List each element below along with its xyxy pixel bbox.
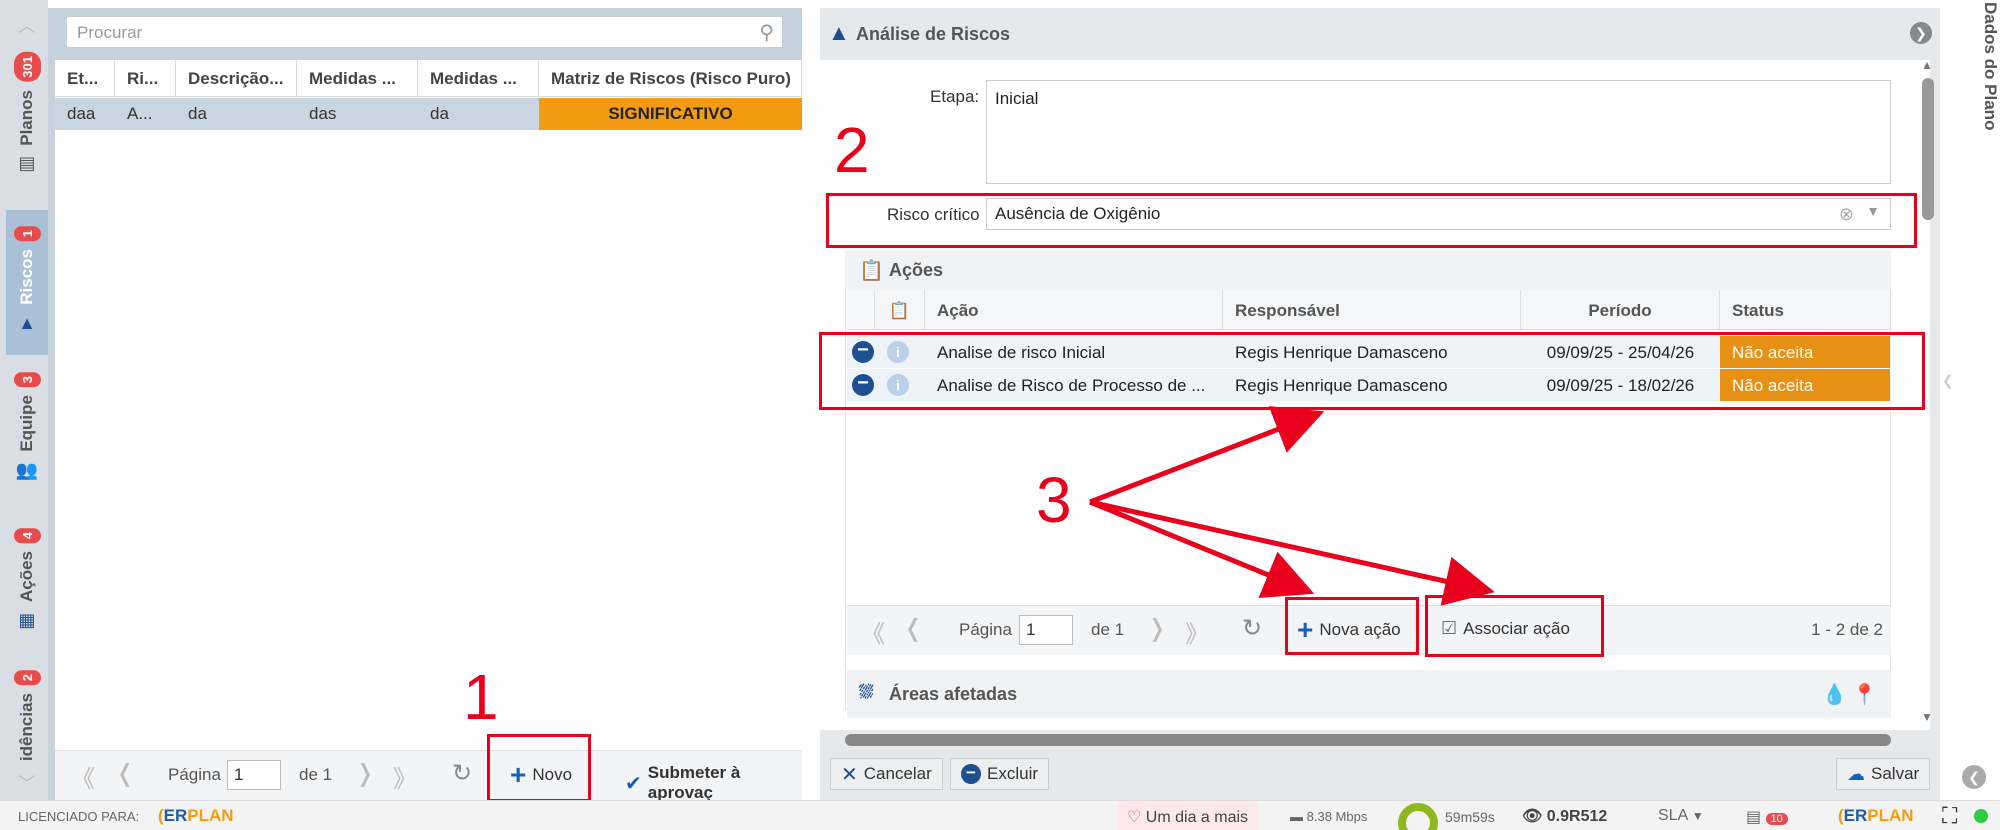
erplan-logo: (ERPLAN [158,806,234,825]
online-status-icon [1974,809,1988,823]
eye-icon: 👁 [1522,808,1543,825]
pulse-icon: ▬ [1290,809,1303,824]
chevron-down-icon: ▼ [1691,809,1704,823]
timer-ring-icon [1398,803,1438,830]
licenciado-label: LICENCIADO PARA: [18,809,140,824]
um-dia-a-mais-badge[interactable]: ♡ Um dia a mais [1117,801,1259,830]
arrow-to-nova-acao [1089,499,1315,598]
notif-badge: 10 [1765,813,1788,825]
erplan-logo: (ERPLAN [1838,806,1914,825]
version: 👁 0.9R512 [1522,808,1608,825]
sla-dropdown[interactable]: SLA ▼ [1658,807,1704,825]
notifications-icon[interactable]: ▤ 10 [1746,807,1788,827]
heart-icon: ♡ [1127,809,1142,826]
network-speed: ▬ 8.38 Mbps [1290,809,1368,824]
annotation-arrows [1089,406,1495,606]
fullscreen-icon[interactable]: ⛶ [1942,803,1957,829]
app-window: ︿ 301 Planos ▤ 1 Riscos ▲ 3 Equipe 👥 4 A… [0,0,2000,830]
session-timer: 59m59s [1445,809,1495,825]
status-bar: LICENCIADO PARA: (ERPLAN ♡ Um dia a mais… [0,800,2000,830]
arrow-to-acoes [1089,406,1325,505]
arrow-to-associar [1089,499,1495,606]
